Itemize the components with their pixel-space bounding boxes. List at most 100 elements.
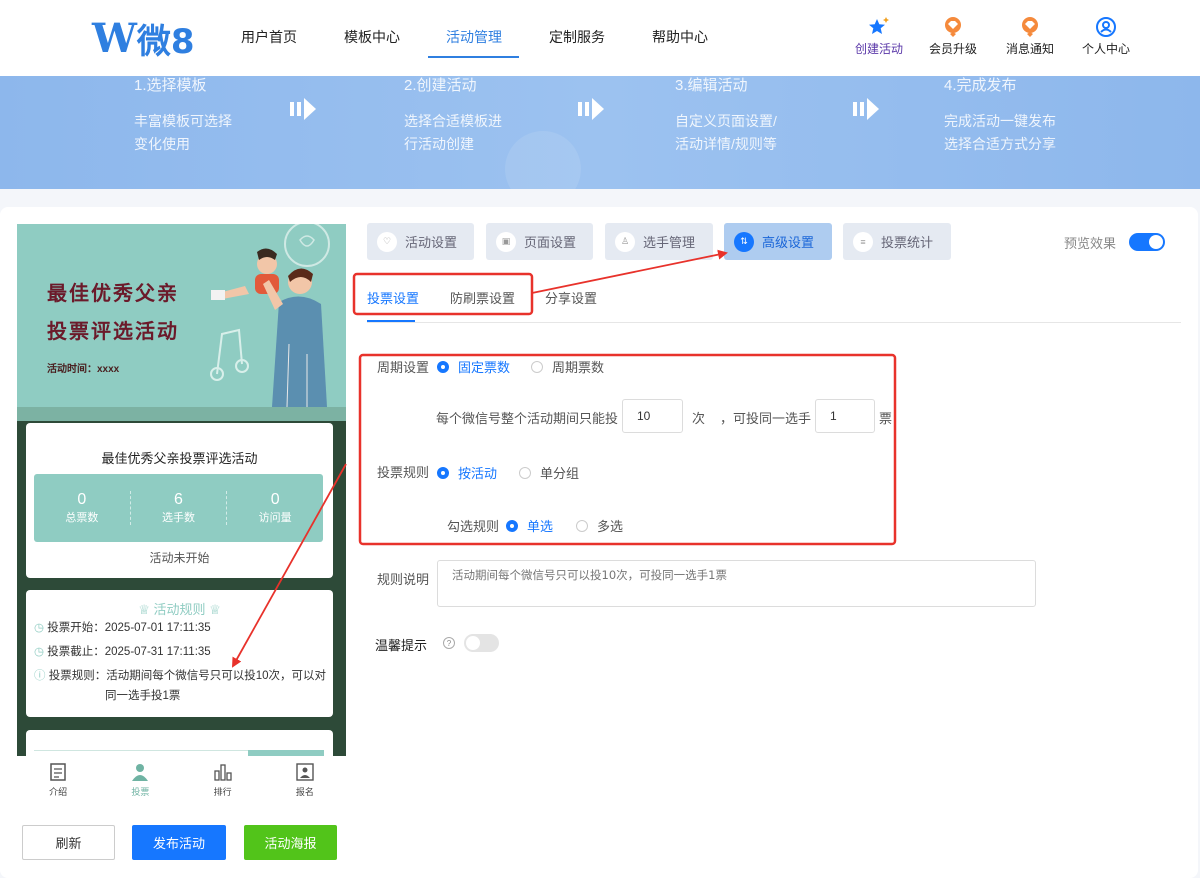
list-icon: ≡ (853, 231, 873, 252)
rule-description-input[interactable] (437, 560, 1036, 607)
tab-vote[interactable]: 投票 (99, 756, 181, 802)
profile-label: 个人中心 (1081, 42, 1130, 56)
tab-signup[interactable]: 报名 (264, 756, 346, 802)
step-arrow-icon (578, 98, 606, 125)
create-activity-button[interactable]: 创建活动 (847, 16, 911, 57)
rules-decor-icon: ♕ (138, 602, 154, 617)
poster-title-line1: 最佳优秀父亲 (47, 281, 179, 305)
nav-link-custom[interactable]: 定制服务 (549, 27, 605, 47)
radio-single[interactable]: 单选 (506, 516, 553, 535)
step-arrow-icon (290, 98, 318, 125)
preview-toggle[interactable] (1129, 233, 1165, 251)
document-icon (17, 762, 99, 782)
stat-total-votes: 0 总票数 (65, 491, 99, 524)
nav-link-help[interactable]: 帮助中心 (652, 27, 708, 47)
notifications-label: 消息通知 (1005, 42, 1054, 56)
vote-rule: ⓘ 投票规则：活动期间每个微信号只可以投10次，可以对 (34, 670, 326, 682)
poster-time: 活动时间：xxxx (47, 364, 120, 375)
step-arrow-icon (853, 98, 881, 125)
step-desc: 选择合适模板进 行活动创建 (404, 113, 502, 152)
nav-link-activities[interactable]: 活动管理 (446, 27, 502, 47)
step-desc: 丰富模板可选择 变化使用 (134, 113, 232, 152)
stats-box: 0 总票数 6 选手数 0 访问量 (34, 474, 323, 542)
diamond-badge-icon (921, 16, 985, 38)
bar-chart-icon (182, 762, 264, 782)
activity-info-card: 最佳优秀父亲投票评选活动 0 总票数 6 选手数 0 访问量 活动未开始 (26, 423, 333, 578)
check-label: 勾选规则 (447, 519, 500, 534)
subtab-share-settings[interactable]: 分享设置 (545, 288, 597, 307)
publish-button[interactable]: 发布活动 (132, 825, 226, 860)
phone-preview: 最佳优秀父亲 投票评选活动 活动时间：xxxx 最佳优秀父亲投票评选活动 0 总… (17, 224, 346, 756)
phone-tabbar: 介绍 投票 排行 报名 (17, 756, 346, 802)
same-unit: 票 (879, 411, 893, 426)
member-upgrade-button[interactable]: 会员升级 (921, 16, 985, 57)
same-prefix: ，可投同一选手 (720, 411, 812, 426)
clock-icon: ◷ (34, 622, 45, 634)
vote-rule-cont: 同一选手投1票 (105, 690, 181, 702)
rule-label: 投票规则 (377, 465, 430, 480)
radio-periodic-votes[interactable]: 周期票数 (531, 357, 604, 376)
radio-by-activity[interactable]: 按活动 (437, 463, 497, 482)
nav-link-home[interactable]: 用户首页 (241, 27, 297, 47)
subtab-vote-settings[interactable]: 投票设置 (367, 288, 419, 307)
id-card-icon (264, 762, 346, 782)
notifications-button[interactable]: 消息通知 (998, 16, 1062, 57)
poster-title-line2: 投票评选活动 (47, 319, 179, 343)
poster-stripe (17, 407, 346, 421)
same-contestant-input[interactable]: 1 (815, 399, 875, 433)
image-icon: ▣ (496, 231, 516, 252)
tab-advanced-settings[interactable]: ⇅ 高级设置 (724, 223, 832, 260)
tab-vote-stats[interactable]: ≡ 投票统计 (843, 223, 951, 260)
rules-decor-icon: ♕ (205, 602, 221, 617)
logo-text: 微8 (136, 22, 195, 62)
tab-contestants[interactable]: ♙ 选手管理 (605, 223, 713, 260)
banner-decoration (505, 131, 581, 189)
radio-fixed-votes[interactable]: 固定票数 (437, 357, 510, 376)
step-1: 1.选择模板 丰富模板可选择 变化使用 (134, 76, 232, 156)
nav-active-underline (428, 56, 519, 58)
profile-button[interactable]: 个人中心 (1074, 16, 1138, 57)
logo[interactable]: W 微8 (92, 14, 195, 63)
refresh-button[interactable]: 刷新 (22, 825, 115, 860)
limit-prefix: 每个微信号整个活动期间只能投 (436, 411, 619, 426)
user-icon: ♙ (615, 231, 635, 252)
subtab-anti-fraud[interactable]: 防刷票设置 (450, 288, 515, 307)
stat-contestants: 6 选手数 (129, 491, 227, 525)
vote-start: ◷ 投票开始：2025-07-01 17:11:35 (34, 622, 211, 634)
step-title: 2.创建活动 (404, 77, 477, 94)
poster-button[interactable]: 活动海报 (244, 825, 337, 860)
help-icon[interactable]: ? (443, 637, 455, 649)
tab-activity-settings[interactable]: ♡ 活动设置 (367, 223, 474, 260)
member-upgrade-label: 会员升级 (928, 42, 977, 56)
tab-page-settings[interactable]: ▣ 页面设置 (486, 223, 593, 260)
tab-intro[interactable]: 介绍 (17, 756, 99, 802)
desc-label: 规则说明 (377, 572, 430, 587)
step-title: 1.选择模板 (134, 77, 207, 94)
info-icon: ⓘ (34, 670, 46, 682)
nav-link-templates[interactable]: 模板中心 (344, 27, 400, 47)
user-circle-icon (1074, 16, 1138, 38)
step-desc: 完成活动一键发布 选择合适方式分享 (944, 113, 1056, 152)
rules-card: ♕ 活动规则 ♕ ◷ 投票开始：2025-07-01 17:11:35 ◷ 投票… (26, 590, 333, 717)
vote-limit-input[interactable]: 10 (622, 399, 683, 433)
tip-toggle[interactable] (464, 634, 499, 652)
radio-multiple[interactable]: 多选 (576, 516, 623, 535)
diamond-badge-icon (998, 16, 1062, 38)
heart-icon: ♡ (377, 231, 397, 252)
person-icon (99, 762, 181, 782)
toggle-knob (466, 636, 480, 650)
top-nav: W 微8 用户首页 模板中心 活动管理 定制服务 帮助中心 创建活动 会员升级 … (0, 0, 1200, 76)
activity-title: 最佳优秀父亲投票评选活动 (101, 451, 258, 466)
activity-status: 活动未开始 (149, 551, 210, 565)
step-4: 4.完成发布 完成活动一键发布 选择合适方式分享 (944, 76, 1056, 156)
sliders-icon: ⇅ (734, 231, 754, 252)
stat-visits: 0 访问量 (226, 491, 323, 525)
step-3: 3.编辑活动 自定义页面设置/活动详情/规则等 (675, 76, 777, 156)
rules-heading: ♕ 活动规则 ♕ (138, 602, 221, 617)
radio-by-group[interactable]: 单分组 (519, 463, 579, 482)
step-2: 2.创建活动 选择合适模板进 行活动创建 (404, 76, 502, 156)
subtab-divider (367, 322, 1181, 323)
limit-unit: 次 (692, 411, 706, 426)
tab-rank[interactable]: 排行 (182, 756, 264, 802)
step-title: 4.完成发布 (944, 77, 1017, 94)
